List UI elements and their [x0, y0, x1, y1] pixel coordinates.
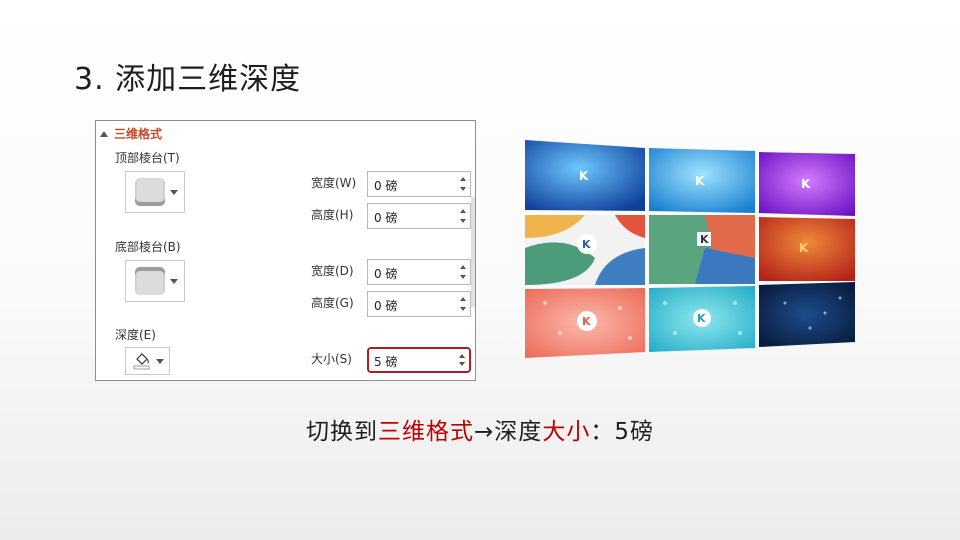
spin-up-icon[interactable]	[459, 354, 465, 358]
caption-part-4: 大小	[542, 419, 591, 445]
depth-size-label: 大小(S)	[311, 352, 352, 366]
bottom-height-label: 高度(G)	[311, 296, 354, 310]
section-title: 三维格式	[114, 127, 163, 141]
tile-logo-5: K	[700, 233, 709, 246]
top-width-label: 宽度(W)	[311, 176, 357, 190]
chevron-down-icon	[170, 279, 178, 284]
tile-logo-8: K	[697, 312, 706, 325]
spin-up-icon[interactable]	[460, 297, 466, 301]
top-height-value: 0 磅	[374, 211, 398, 225]
bottom-width-stepper[interactable]: 0 磅	[367, 259, 471, 285]
instruction-caption: 切换到三维格式→深度大小：5磅	[0, 412, 960, 446]
bottom-bevel-icon	[135, 267, 165, 295]
bottom-bevel-label: 底部棱台(B)	[115, 240, 181, 254]
spin-down-icon[interactable]	[460, 187, 466, 191]
slide-title: 3. 添加三维深度	[74, 62, 302, 97]
spin-down-icon[interactable]	[459, 362, 465, 366]
tile-9	[759, 282, 855, 347]
top-bevel-preset-button[interactable]	[125, 171, 185, 213]
depth-size-value: 5 磅	[374, 355, 398, 369]
spin-up-icon[interactable]	[460, 209, 466, 213]
spin-down-icon[interactable]	[460, 219, 466, 223]
tile-wall-preview: K K K K K K K K	[525, 138, 857, 358]
tile-logo-3: K	[801, 177, 811, 191]
tile-logo-7: K	[582, 315, 591, 328]
top-bevel-label: 顶部棱台(T)	[115, 151, 180, 165]
spin-up-icon[interactable]	[460, 265, 466, 269]
tile-logo-6: K	[799, 241, 809, 255]
caption-part-1: 切换到	[306, 419, 379, 445]
depth-size-stepper[interactable]: 5 磅	[367, 347, 471, 373]
paint-bucket-icon	[133, 353, 150, 370]
chevron-down-icon	[156, 359, 164, 364]
top-width-value: 0 磅	[374, 179, 398, 193]
tile-logo-1: K	[579, 169, 589, 183]
tile-logo-4: K	[582, 238, 591, 251]
bottom-width-value: 0 磅	[374, 267, 398, 281]
caption-part-2: 三维格式	[378, 419, 475, 445]
depth-color-button[interactable]	[125, 347, 170, 375]
top-width-stepper[interactable]: 0 磅	[367, 171, 471, 197]
caption-part-5: ：5磅	[590, 419, 654, 445]
spin-down-icon[interactable]	[460, 275, 466, 279]
tile-logo-2: K	[695, 174, 705, 188]
top-bevel-icon	[135, 178, 165, 206]
top-height-label: 高度(H)	[311, 208, 354, 222]
chevron-down-icon	[170, 190, 178, 195]
tile-wall-graphic: K K K K K K K K	[525, 140, 855, 358]
bottom-height-stepper[interactable]: 0 磅	[367, 291, 471, 317]
top-height-stepper[interactable]: 0 磅	[367, 203, 471, 229]
section-header[interactable]: 三维格式	[100, 125, 162, 142]
collapse-triangle-icon[interactable]	[100, 130, 108, 137]
bottom-width-label: 宽度(D)	[311, 264, 354, 278]
bottom-height-value: 0 磅	[374, 299, 398, 313]
panel-scrollbar[interactable]	[471, 197, 475, 307]
caption-part-3: →深度	[474, 419, 543, 445]
bottom-bevel-preset-button[interactable]	[125, 260, 185, 302]
spin-up-icon[interactable]	[460, 177, 466, 181]
spin-down-icon[interactable]	[460, 307, 466, 311]
depth-label: 深度(E)	[115, 328, 156, 342]
